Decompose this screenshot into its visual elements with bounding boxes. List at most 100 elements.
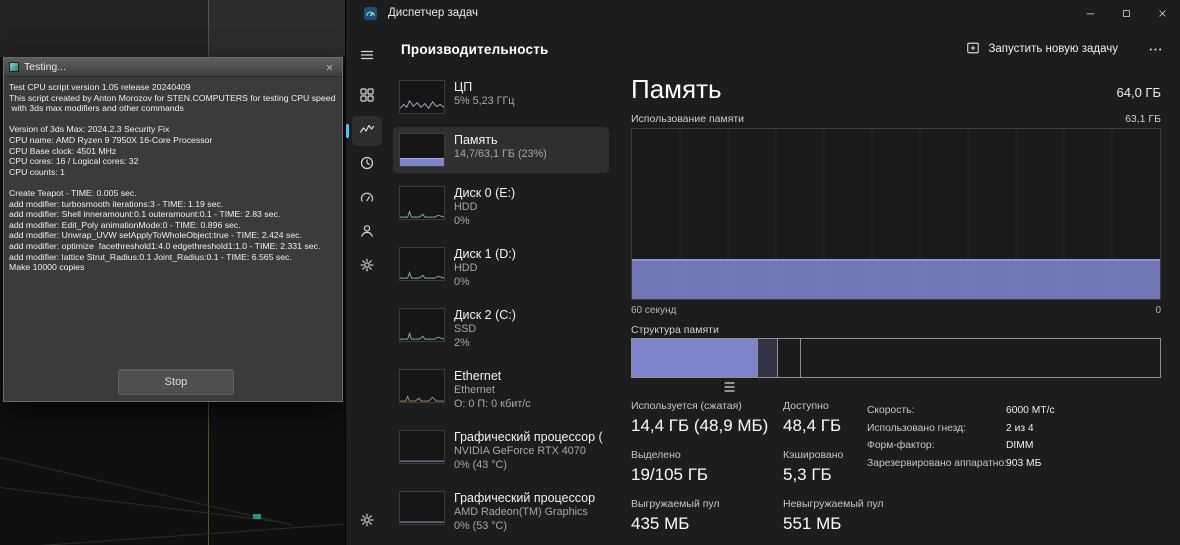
sidebar-item-sub: HDD (454, 262, 478, 274)
rail-item-users[interactable] (352, 218, 382, 248)
cpu-thumbnail (399, 80, 445, 114)
rail-item-startup-apps[interactable] (352, 184, 382, 214)
memory-usage-label: Использование памяти (631, 113, 745, 125)
sidebar-item-memory[interactable]: Память 14,7/63,1 ГБ (23%) (393, 127, 609, 173)
console-line: Create Teapot - TIME: 0.005 sec. (9, 187, 137, 198)
rail-item-app-history[interactable] (352, 150, 382, 180)
detail-label: Форм-фактор: (867, 440, 935, 451)
sidebar-item-text: Графический процессор AMD Radeon(TM) Grap… (454, 491, 603, 533)
viewport-axis-line (208, 397, 209, 545)
stat-paged-pool: Выгружаемый пул 435 МБ (631, 498, 783, 534)
page-title: Производительность (401, 41, 549, 57)
sidebar-item-text: Диск 1 (D:) HDD 0% (454, 247, 603, 289)
detail-label: Скорость: (867, 405, 915, 416)
stat-value: 435 МБ (631, 514, 690, 533)
sidebar-item-gpu1[interactable]: Графический процессор AMD Radeon(TM) Grap… (393, 485, 609, 539)
stat-label: Используется (сжатая) (631, 400, 742, 412)
task-manager-window: Диспетчер задач Производительность Запус… (345, 0, 1180, 545)
rail-item-performance[interactable] (346, 116, 382, 146)
memory-scale-max: 63,1 ГБ (1125, 113, 1161, 125)
detail-hw-reserved: Зарезервировано аппаратно: 903 МБ (867, 455, 1159, 473)
sidebar-item-disk2[interactable]: Диск 2 (C:) SSD 2% (393, 302, 609, 356)
new-task-icon (966, 41, 980, 58)
memory-composition-label: Структура памяти (631, 324, 719, 336)
close-button[interactable] (1144, 0, 1180, 26)
rail-item-processes[interactable] (352, 82, 382, 112)
performance-sidebar: ЦП 5% 5,23 ГГц Память 14,7/63,1 ГБ (23%) Дис… (388, 66, 614, 545)
disk0-thumbnail (399, 186, 445, 220)
memory-thumbnail (399, 133, 445, 167)
viewport-grid-line (40, 523, 345, 545)
rail-item-services[interactable] (352, 252, 382, 282)
testing-script-dialog: Testing... Test CPU script version 1.05 … (3, 57, 343, 402)
memory-composition-bar (631, 338, 1161, 378)
detail-slots-used: Использовано гнезд: 2 из 4 (867, 420, 1159, 438)
usage-label-row: Использование памяти 63,1 ГБ (631, 113, 1161, 125)
composition-segment-modified (757, 339, 778, 377)
more-options-button[interactable] (1142, 37, 1168, 61)
sidebar-item-disk0[interactable]: Диск 0 (E:) HDD 0% (393, 180, 609, 234)
sidebar-item-title: Графический процессор (454, 491, 596, 505)
startup-icon (359, 189, 375, 210)
gear-icon (359, 512, 375, 533)
sidebar-item-title: Диск 2 (C:) (454, 308, 516, 322)
testing-dialog-title: Testing... (24, 61, 67, 73)
sidebar-item-title: Диск 0 (E:) (454, 186, 516, 200)
sidebar-item-sub: 0% (43 °C) (454, 458, 507, 471)
sidebar-item-title: ЦП (454, 80, 473, 94)
sidebar-item-sub: HDD (454, 201, 478, 213)
minimize-button[interactable] (1072, 0, 1108, 26)
processes-icon (359, 87, 375, 108)
disk1-thumbnail (399, 247, 445, 281)
console-line: add modifier: Edit_Poly animationMode:0 … (9, 219, 241, 230)
composition-segment-free (801, 339, 1160, 377)
time-span-label: 60 секунд (631, 305, 677, 316)
stat-value: 551 МБ (783, 514, 842, 533)
sidebar-item-sub: 5% 5,23 ГГц (454, 95, 515, 107)
sidebar-item-cpu[interactable]: ЦП 5% 5,23 ГГц (393, 74, 609, 120)
sidebar-item-sub: 0% (454, 214, 470, 227)
run-new-task-label: Запустить новую задачу (988, 43, 1118, 55)
console-line: add modifier: Shell inneramount:0.1 oute… (9, 209, 281, 220)
graph-time-axis: 60 секунд 0 (631, 305, 1161, 316)
console-line: add modifier: lattice Strut_Radius:0.1 J… (9, 251, 292, 262)
task-manager-icon (363, 6, 378, 21)
sidebar-item-ethernet[interactable]: Ethernet Ethernet О: 0 П: 0 кбит/с (393, 363, 609, 417)
stat-non-paged-pool: Невыгружаемый пул 551 МБ (783, 498, 923, 534)
sidebar-item-disk1[interactable]: Диск 1 (D:) HDD 0% (393, 241, 609, 295)
testing-dialog-titlebar[interactable]: Testing... (4, 58, 342, 77)
page-header: Производительность Запустить новую задач… (401, 34, 1168, 64)
performance-icon (359, 121, 375, 142)
maximize-button[interactable] (1108, 0, 1144, 26)
sidebar-item-title: Ethernet (454, 369, 502, 383)
stat-label: Выгружаемый пул (631, 498, 720, 510)
sidebar-item-sub: NVIDIA GeForce RTX 4070 (454, 445, 586, 457)
console-line: Make 10000 copies (9, 262, 85, 273)
task-manager-titlebar[interactable]: Диспетчер задач (346, 0, 1180, 26)
stat-label: Невыгружаемый пул (783, 498, 884, 510)
settings-button[interactable] (352, 507, 382, 537)
sidebar-item-gpu0[interactable]: Графический процессор (NVIDIA GeForce RT… (393, 424, 609, 478)
script-console: Test CPU script version 1.05 release 202… (4, 77, 342, 278)
console-line: Version of 3ds Max: 2024.2.3 Security Fi… (9, 124, 170, 135)
console-line: Test CPU script version 1.05 release 202… (9, 82, 191, 92)
navigation-rail (346, 36, 735, 545)
run-new-task-button[interactable]: Запустить новую задачу (956, 36, 1128, 63)
rail-item-menu[interactable] (352, 42, 382, 72)
sidebar-item-sub: О: 0 П: 0 кбит/с (454, 397, 531, 410)
3dsmax-side-panel (208, 0, 345, 57)
gpu0-thumbnail (399, 430, 445, 464)
viewport-object (253, 514, 261, 519)
sidebar-item-text: Диск 2 (C:) SSD 2% (454, 308, 603, 350)
detail-value: 903 МБ (1006, 457, 1042, 469)
maxscript-icon (9, 62, 19, 72)
stop-button[interactable]: Stop (118, 369, 234, 395)
memory-panel: Память 64,0 ГБ Использование памяти 63,1… (631, 66, 1161, 545)
sidebar-item-text: Диск 0 (E:) HDD 0% (454, 186, 603, 228)
console-line: add modifier: Unwrap_UVW setApplyToWhole… (9, 230, 302, 241)
stat-in-use: Используется (сжатая) 14,4 ГБ (48,9 МБ) (631, 400, 783, 436)
console-line: with 3ds max modifiers and other command… (9, 103, 184, 114)
close-icon[interactable] (321, 60, 337, 75)
sidebar-item-sub: 14,7/63,1 ГБ (23%) (454, 148, 547, 160)
stat-label: Выделено (631, 449, 681, 461)
